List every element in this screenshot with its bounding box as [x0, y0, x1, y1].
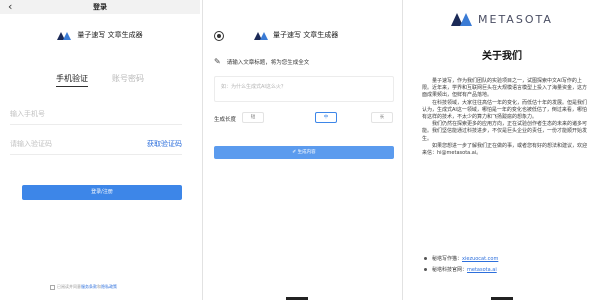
generator-screen: 量子速写 文章生成器 ✎ 请输入文章标题，将为您生成全文 如：为什么生成式AI这…	[204, 0, 400, 300]
agree-prefix: 已阅读并同意	[57, 284, 81, 289]
prompt-hint: 请输入文章标题，将为您生成全文	[226, 59, 310, 66]
logo-wordmark: METASOTA	[478, 12, 553, 26]
login-tabs: 手机验证 账号密码	[0, 73, 200, 87]
phone-input[interactable]: 输入手机号	[10, 107, 182, 125]
link-label: 秘塔科技官网：	[432, 267, 468, 273]
bullet-icon	[424, 268, 427, 271]
user-avatar-icon[interactable]	[214, 31, 224, 41]
metasota-logo-icon	[254, 31, 268, 40]
length-short-button[interactable]: 短	[242, 112, 264, 123]
page-title: 登录	[93, 3, 107, 11]
phone-placeholder: 输入手机号	[10, 110, 45, 118]
agree-checkbox[interactable]	[50, 284, 55, 290]
metasota-logo-icon	[451, 12, 473, 26]
tab-password[interactable]: 账号密码	[112, 73, 144, 87]
terms-link[interactable]: 服务条款	[81, 284, 97, 289]
privacy-link[interactable]: 隐私政策	[101, 284, 117, 289]
brand-name: 量子速写 文章生成器	[273, 31, 339, 39]
pencil-icon: ✎	[214, 57, 221, 66]
about-paragraph: 在科技领域，大家往往高估一年的变化，而低估十年的发展。但是我们认为，生成式AI这…	[422, 99, 588, 121]
agreement-row: 已阅读并同意服务条款和隐私政策	[50, 284, 117, 290]
login-button[interactable]: 登录/注册	[22, 185, 182, 200]
metasota-link[interactable]: metasota.ai	[467, 267, 497, 273]
length-long-button[interactable]: 长	[371, 112, 393, 123]
about-screen: METASOTA 关于我们 量子速写，作为我们团队的实验项目之一，试图探索中文A…	[404, 0, 600, 300]
xiezuocat-link[interactable]: xiezuocat.com	[462, 256, 498, 262]
about-paragraph: 如果您想进一步了解我们正在做的事，或者您有好的想法和建议，欢迎来信：hi@met…	[422, 142, 588, 157]
title-textarea[interactable]: 如：为什么生成式AI这么火？	[214, 76, 394, 102]
get-code-button[interactable]: 获取验证码	[147, 137, 182, 151]
title-placeholder: 如：为什么生成式AI这么火？	[221, 84, 286, 90]
brand-header: 量子速写 文章生成器	[0, 30, 200, 40]
metasota-logo-icon	[57, 31, 72, 40]
link-list: 秘塔写作猫：xiezuocat.com 秘塔科技官网：metasota.ai	[424, 254, 498, 276]
length-medium-button[interactable]: 中	[315, 112, 337, 123]
brand-header: 量子速写 文章生成器	[254, 30, 338, 40]
link-label: 秘塔写作猫：	[432, 256, 463, 262]
list-item: 秘塔科技官网：metasota.ai	[424, 265, 498, 276]
panel-divider	[402, 0, 403, 300]
about-title: 关于我们	[482, 51, 522, 62]
about-text: 量子速写，作为我们团队的实验项目之一，试图探索中文AI写作的上限。近年来，学界和…	[422, 78, 588, 157]
panel-divider	[202, 0, 203, 300]
metasota-logo: METASOTA	[451, 12, 553, 26]
prompt-hint-row: ✎ 请输入文章标题，将为您生成全文	[214, 57, 309, 66]
about-paragraph: 量子速写，作为我们团队的实验项目之一，试图探索中文AI写作的上限。近年来，学界和…	[422, 78, 588, 99]
login-screen: ‹ 登录 量子速写 文章生成器 手机验证 账号密码 输入手机号 请输入验证码 获…	[0, 0, 200, 300]
tab-phone[interactable]: 手机验证	[56, 73, 88, 87]
screenshot-collage: ‹ 登录 量子速写 文章生成器 手机验证 账号密码 输入手机号 请输入验证码 获…	[0, 0, 600, 300]
code-input[interactable]: 请输入验证码 获取验证码	[10, 137, 182, 155]
code-placeholder: 请输入验证码	[10, 140, 52, 148]
length-label: 生成长度	[214, 117, 237, 123]
generate-label: 生成内容	[297, 150, 316, 155]
generate-button[interactable]: ✐ 生成内容	[214, 146, 394, 159]
list-item: 秘塔写作猫：xiezuocat.com	[424, 254, 498, 265]
bullet-icon	[424, 257, 427, 260]
brand-name: 量子速写 文章生成器	[77, 31, 143, 39]
about-paragraph: 我们仍然在探索更多的应用方向，正在试验创作者生态的未来的诸多可能。我们坚信能通过…	[422, 121, 588, 142]
